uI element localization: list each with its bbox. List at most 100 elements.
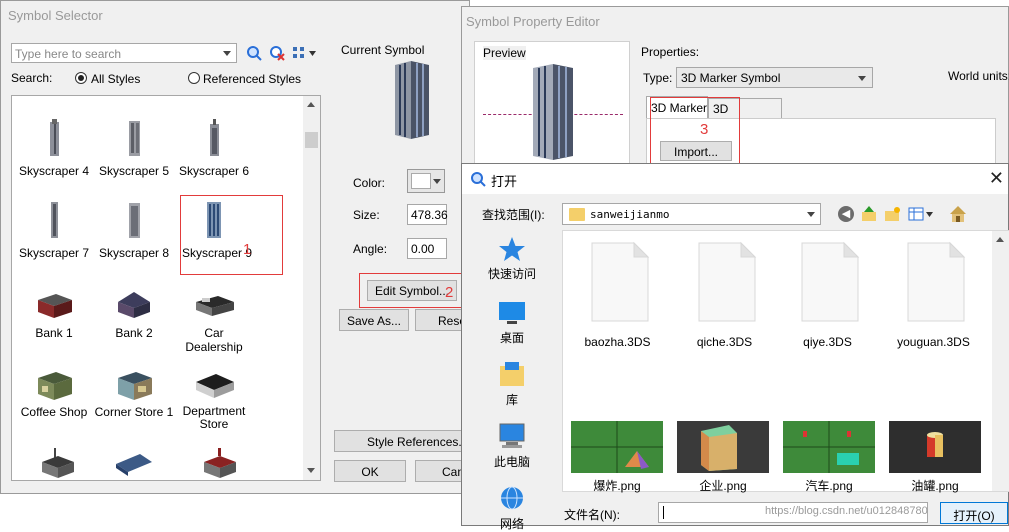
close-icon[interactable]: ✕ [989, 169, 1004, 187]
up-folder-icon[interactable] [860, 205, 878, 223]
corner-store-1-icon [118, 372, 152, 400]
symbol-selector-title: Symbol Selector [8, 8, 103, 23]
document-icon [698, 241, 756, 322]
search-label: Search: [11, 71, 53, 85]
search-icon [471, 172, 486, 187]
bank-1-icon [38, 294, 72, 318]
preview-panel: Preview [474, 41, 630, 181]
symbol-label: Skyscraper 5 [98, 164, 170, 178]
search-input[interactable]: Type here to search [11, 43, 237, 63]
open-dialog-title: 打开 [491, 174, 518, 189]
nav-label: 库 [505, 393, 518, 407]
file-name: qiche.3DS [696, 335, 753, 349]
symbol-item[interactable]: Coffee Shop [14, 368, 94, 419]
tank-thumbnail [889, 421, 981, 473]
reset-button[interactable]: Rese [415, 309, 467, 331]
scroll-down-icon[interactable] [307, 468, 315, 473]
chevron-down-icon[interactable] [223, 51, 231, 56]
symbol-item[interactable]: Skyscraper 7 [14, 200, 94, 260]
symbol-item[interactable]: Corner Store 1 [94, 368, 174, 419]
radio-referenced-styles[interactable] [188, 72, 200, 84]
annotation-number-2: 2 [445, 284, 454, 301]
clear-search-icon[interactable] [269, 45, 285, 61]
view-menu-icon[interactable] [908, 207, 934, 221]
scroll-up-icon[interactable] [996, 237, 1004, 242]
symbol-label: Skyscraper 8 [98, 246, 170, 260]
file-item[interactable]: qiye.3DS [785, 241, 870, 349]
type-label: Type: [643, 71, 673, 85]
document-icon [907, 241, 965, 322]
nav-network[interactable]: 网络 [462, 484, 562, 532]
scroll-thumb[interactable] [305, 132, 318, 148]
style-references-button[interactable]: Style References... [334, 430, 468, 452]
department-store-icon [196, 374, 234, 398]
skyscraper-7-icon [51, 202, 58, 238]
symbol-item[interactable]: Skyscraper 5 [94, 118, 174, 178]
symbol-item[interactable]: Skyscraper 4 [14, 118, 94, 178]
network-icon [501, 486, 523, 510]
nav-this-pc[interactable]: 此电脑 [462, 422, 562, 470]
symbol-label: Department Store [182, 404, 246, 431]
car-thumbnail [783, 421, 875, 473]
symbol-item[interactable]: Bank 2 [94, 290, 174, 340]
image-file-name: 企业.png [699, 479, 747, 493]
nav-label: 此电脑 [493, 455, 530, 469]
chevron-down-icon [433, 179, 441, 184]
symbol-item[interactable]: Car Dealership [174, 290, 254, 354]
search-icon[interactable] [246, 45, 262, 61]
ok-button[interactable]: OK [334, 460, 406, 482]
nav-desktop[interactable]: 桌面 [462, 300, 562, 346]
image-file-name: 汽车.png [805, 479, 853, 493]
new-folder-icon[interactable] [883, 205, 901, 223]
open-button[interactable]: 打开(O) [940, 502, 1008, 524]
lookin-select[interactable]: sanweijianmo [562, 203, 821, 225]
save-as-button[interactable]: Save As... [339, 309, 409, 331]
radio-all-styles-label: All Styles [91, 72, 141, 86]
image-file-item[interactable]: 汽车.png [783, 421, 875, 493]
car-dealership-icon [196, 296, 234, 316]
type-select[interactable]: 3D Marker Symbol [676, 67, 873, 88]
search-placeholder: Type here to search [15, 47, 122, 61]
file-item[interactable]: youguan.3DS [891, 241, 976, 349]
angle-label: Angle: [353, 242, 388, 256]
open-dialog-titlebar: 打开 ✕ [462, 164, 1008, 194]
symbol-item[interactable]: Bank 1 [14, 290, 94, 340]
symbol-label: Skyscraper 4 [18, 164, 90, 178]
symbol-item[interactable]: Department Store [174, 368, 254, 431]
size-label: Size: [353, 208, 380, 222]
scroll-up-icon[interactable] [307, 102, 315, 107]
image-file-item[interactable]: 企业.png [677, 421, 769, 493]
image-file-name: 爆炸.png [593, 479, 641, 493]
symbol-label: Coffee Shop [20, 405, 88, 419]
radio-all-styles[interactable] [75, 72, 87, 84]
home-icon[interactable] [949, 205, 967, 223]
file-item[interactable]: baozha.3DS [575, 241, 660, 349]
image-file-item[interactable]: 油罐.png [889, 421, 981, 493]
bank-2-icon [118, 292, 150, 318]
current-symbol-label: Current Symbol [341, 43, 425, 57]
nav-libraries[interactable]: 库 [462, 360, 562, 408]
symbol-list-scrollbar[interactable] [303, 96, 320, 480]
skyscraper-5-icon [129, 121, 140, 156]
nav-label: 网络 [499, 517, 524, 531]
symbol-item[interactable]: Skyscraper 6 [174, 118, 254, 178]
nav-pane: 快速访问 桌面 库 此电脑 网络 [462, 230, 562, 531]
symbol-label: Car Dealership [185, 326, 243, 354]
chevron-down-icon [807, 212, 815, 217]
lookin-value: sanweijianmo [590, 208, 670, 221]
size-input[interactable]: 478.36 [407, 204, 448, 225]
preview-label: Preview [483, 46, 526, 60]
file-name: qiye.3DS [803, 335, 852, 349]
view-options-icon[interactable] [292, 46, 318, 60]
file-item[interactable]: qiche.3DS [682, 241, 767, 349]
back-icon[interactable]: ◀ [838, 206, 854, 222]
explosion-thumbnail [571, 421, 663, 473]
angle-input[interactable]: 0.00 [407, 238, 447, 259]
annotation-box-2 [359, 273, 471, 308]
open-file-dialog: 打开 ✕ 查找范围(I): sanweijianmo ◀ 快速访问 桌面 库 此… [461, 163, 1009, 531]
color-picker[interactable] [407, 169, 445, 193]
nav-quick-access[interactable]: 快速访问 [462, 236, 562, 282]
symbol-item[interactable]: Skyscraper 8 [94, 200, 174, 260]
image-file-item[interactable]: 爆炸.png [571, 421, 663, 493]
file-list-scrollbar[interactable] [992, 231, 1009, 491]
